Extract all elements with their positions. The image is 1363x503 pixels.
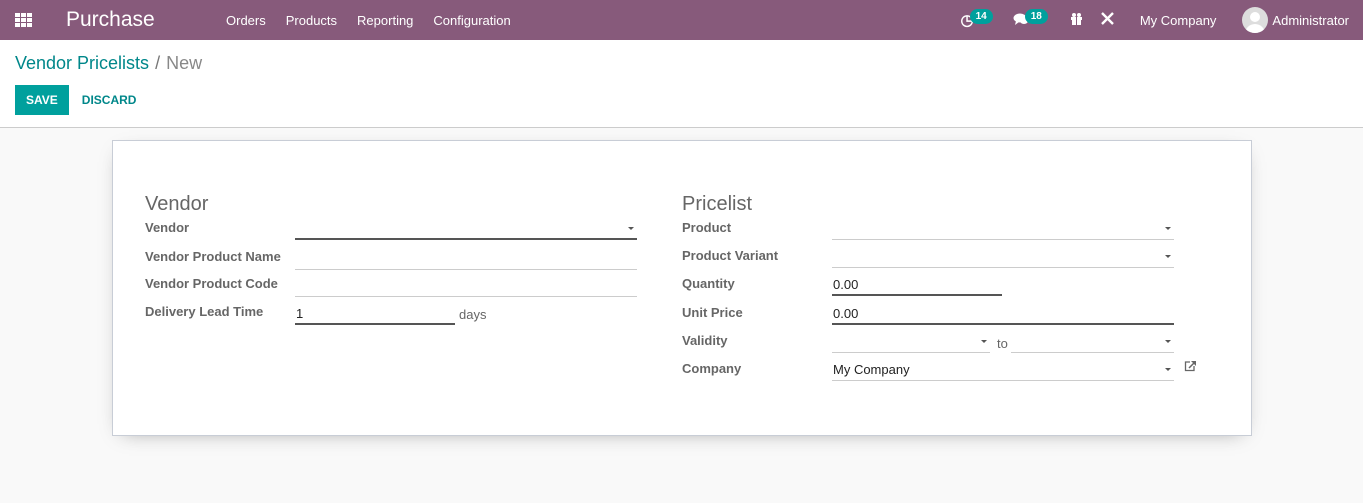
form-buttons: SAVE DISCARD bbox=[15, 85, 1348, 115]
product-variant-select[interactable] bbox=[832, 246, 1174, 268]
messaging-menu[interactable]: 18 bbox=[1013, 8, 1048, 29]
company-row: Company My Company bbox=[682, 355, 1212, 383]
product-label: Product bbox=[682, 220, 732, 235]
chevron-down-icon bbox=[628, 227, 634, 230]
validity-to-separator: to bbox=[997, 336, 1008, 351]
breadcrumb-vendor-pricelists[interactable]: Vendor Pricelists bbox=[15, 53, 149, 74]
delivery-lead-time-label: Delivery Lead Time bbox=[145, 304, 264, 319]
product-select[interactable] bbox=[832, 218, 1174, 240]
quantity-input[interactable]: 0.00 bbox=[832, 274, 1002, 296]
product-variant-label: Product Variant bbox=[682, 248, 779, 263]
top-navbar: Purchase Orders Products Reporting Confi… bbox=[0, 0, 1363, 40]
breadcrumb-current: New bbox=[166, 53, 203, 73]
vendor-product-code-input[interactable] bbox=[295, 275, 637, 297]
validity-label: Validity bbox=[682, 333, 728, 348]
delivery-lead-time-row: Delivery Lead Time 1 days bbox=[145, 298, 638, 326]
vendor-row: Vendor bbox=[145, 214, 638, 242]
activity-menu[interactable]: ◷ 14 bbox=[961, 8, 993, 29]
validity-to-date[interactable] bbox=[1011, 331, 1174, 353]
unit-price-input[interactable]: 0.00 bbox=[832, 303, 1174, 325]
apps-menu-icon[interactable] bbox=[15, 13, 33, 27]
unit-price-label: Unit Price bbox=[682, 305, 743, 320]
pricelist-group-title: Pricelist bbox=[682, 193, 753, 215]
gift-icon bbox=[1070, 12, 1083, 28]
unit-price-row: Unit Price 0.00 bbox=[682, 299, 1212, 327]
quantity-row: Quantity 0.00 bbox=[682, 270, 1212, 298]
company-switcher[interactable]: My Company bbox=[1140, 13, 1217, 28]
form-sheet: Vendor Vendor Vendor Product Name Vendor… bbox=[112, 140, 1252, 436]
menu-configuration[interactable]: Configuration bbox=[423, 13, 520, 28]
vendor-product-code-label: Vendor Product Code bbox=[145, 276, 278, 291]
user-avatar[interactable] bbox=[1242, 7, 1269, 33]
pricelist-group: Pricelist Product Product Variant Quanti… bbox=[682, 193, 1212, 390]
quantity-label: Quantity bbox=[682, 276, 735, 291]
vendor-product-code-row: Vendor Product Code bbox=[145, 270, 638, 298]
vendor-product-name-label: Vendor Product Name bbox=[145, 249, 281, 264]
chevron-down-icon bbox=[1165, 255, 1171, 258]
vendor-group-title: Vendor bbox=[145, 193, 209, 215]
product-row: Product bbox=[682, 214, 1212, 242]
chevron-down-icon bbox=[981, 340, 987, 343]
delivery-lead-time-input[interactable]: 1 bbox=[295, 303, 455, 325]
save-button[interactable]: SAVE bbox=[15, 85, 69, 115]
app-title: Purchase bbox=[66, 8, 155, 31]
chevron-down-icon bbox=[1165, 368, 1171, 371]
chevron-down-icon bbox=[1165, 340, 1171, 343]
breadcrumb: Vendor Pricelists / New bbox=[15, 53, 1348, 74]
menu-products[interactable]: Products bbox=[276, 13, 347, 28]
gift-menu[interactable] bbox=[1070, 12, 1083, 28]
discard-button[interactable]: DISCARD bbox=[82, 93, 137, 107]
days-suffix: days bbox=[459, 307, 487, 322]
user-menu[interactable]: Administrator bbox=[1272, 13, 1349, 28]
validity-from-date[interactable] bbox=[832, 331, 990, 353]
product-variant-row: Product Variant bbox=[682, 242, 1212, 270]
activity-count-badge: 14 bbox=[969, 8, 993, 24]
messages-count-badge: 18 bbox=[1024, 8, 1048, 24]
tools-icon bbox=[1100, 12, 1114, 28]
vendor-product-name-row: Vendor Product Name bbox=[145, 243, 638, 271]
chevron-down-icon bbox=[1165, 227, 1171, 230]
vendor-group: Vendor Vendor Vendor Product Name Vendor… bbox=[145, 193, 638, 334]
systray: ◷ 14 18 My Company Administrator bbox=[961, 0, 1363, 40]
validity-row: Validity to bbox=[682, 327, 1212, 355]
vendor-select[interactable] bbox=[295, 218, 637, 240]
company-select[interactable]: My Company bbox=[832, 359, 1174, 381]
vendor-product-name-input[interactable] bbox=[295, 248, 637, 270]
control-panel: Vendor Pricelists / New SAVE DISCARD bbox=[0, 40, 1363, 128]
main-menu: Orders Products Reporting Configuration bbox=[216, 13, 521, 28]
external-link-icon[interactable] bbox=[1184, 360, 1197, 375]
debug-tools-menu[interactable] bbox=[1100, 12, 1114, 28]
vendor-label: Vendor bbox=[145, 220, 190, 235]
menu-orders[interactable]: Orders bbox=[216, 13, 276, 28]
breadcrumb-separator: / bbox=[155, 53, 161, 73]
company-label: Company bbox=[682, 361, 742, 376]
menu-reporting[interactable]: Reporting bbox=[347, 13, 423, 28]
